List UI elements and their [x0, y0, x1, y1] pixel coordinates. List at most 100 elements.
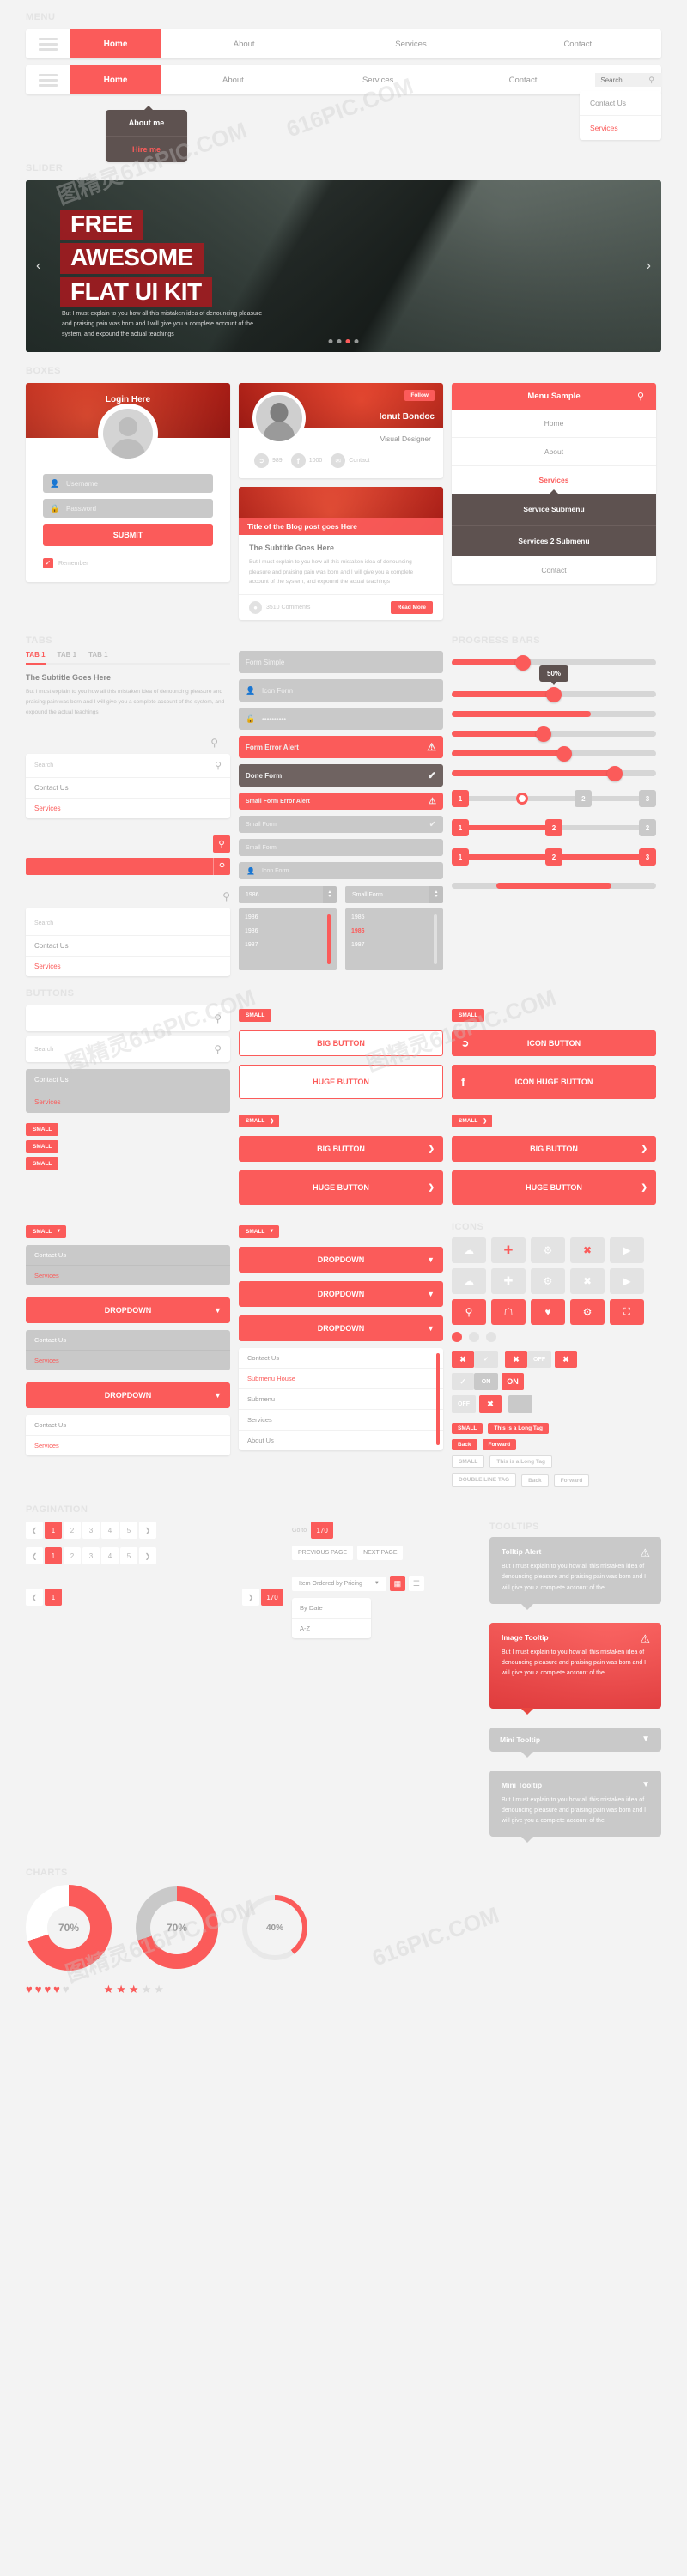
form-error-alert[interactable]: Form Error Alert ⚠	[239, 736, 443, 759]
menu-sample-item-contact[interactable]: Contact	[452, 556, 656, 584]
next-page-button[interactable]: NEXT PAGE	[357, 1546, 404, 1561]
scrollbar[interactable]	[327, 914, 331, 965]
slider-dots[interactable]	[328, 339, 359, 343]
dropdown-item-hire-me[interactable]: Hire me	[106, 136, 187, 162]
dropdown-button-5[interactable]: DROPDOWN ▼	[239, 1315, 443, 1342]
previous-page-button[interactable]: PREVIOUS PAGE	[292, 1546, 354, 1561]
stepper-2[interactable]: 1 2 2	[452, 819, 656, 837]
small-button-2[interactable]: SMALL	[26, 1140, 59, 1154]
list-item-contact[interactable]: Contact Us	[26, 1069, 230, 1092]
stepper-3[interactable]: 1 2 3	[452, 848, 656, 866]
grid-icon[interactable]: ▦	[389, 1576, 405, 1592]
sort-dropdown[interactable]: Item Ordered by Pricing ▼	[292, 1576, 386, 1591]
slider-dot[interactable]	[354, 339, 359, 343]
slider-dot[interactable]	[328, 339, 333, 343]
search-bar-widget[interactable]: .⚲	[26, 1005, 230, 1032]
toggle-1[interactable]: ✖ ✓	[452, 1351, 498, 1369]
sort-option-az[interactable]: A-Z	[292, 1619, 371, 1638]
stepper-1[interactable]: 1 2 3	[452, 790, 657, 808]
list-item-contact[interactable]: Contact Us	[26, 1330, 230, 1352]
number-option[interactable]: 1986	[245, 928, 331, 934]
tag-small-2[interactable]: SMALL	[452, 1455, 485, 1469]
small-button-3[interactable]: SMALL	[26, 1157, 59, 1171]
list-item-services[interactable]: Services	[26, 1436, 230, 1455]
search-result-services[interactable]: Services	[26, 799, 230, 818]
range-slider[interactable]	[452, 883, 656, 890]
nav-item-services[interactable]: Services	[306, 65, 451, 94]
search-icon[interactable]: ⚲	[214, 1043, 222, 1055]
stat-contact[interactable]: ✉ Contact	[331, 453, 369, 468]
list-item-contact[interactable]: Contact Us	[26, 1415, 230, 1437]
star-icon[interactable]: ★	[154, 1983, 164, 1996]
number-option[interactable]: 1985	[351, 914, 437, 920]
tag-icon[interactable]: ▶	[610, 1237, 644, 1264]
tab-1[interactable]: TAB 1	[26, 651, 46, 665]
go-value[interactable]: 170	[261, 1589, 283, 1607]
icon-form[interactable]: 👤 Icon Form	[239, 679, 443, 702]
radio-off[interactable]	[469, 1332, 479, 1343]
chevron-left-icon[interactable]: ❮	[26, 1589, 43, 1607]
nav-item-about[interactable]: About	[161, 29, 327, 58]
number-option-active[interactable]: 1986	[351, 928, 437, 934]
cog-icon[interactable]: ⚙	[531, 1237, 565, 1264]
submit-button[interactable]: SUBMIT	[43, 524, 213, 546]
heart-icon[interactable]: ♥	[63, 1983, 70, 1996]
cloud-icon[interactable]: ☁	[452, 1268, 486, 1295]
icon-button[interactable]: ➲ ICON BUTTON	[452, 1030, 656, 1057]
stepper-num-2[interactable]: 2	[545, 848, 562, 866]
page-1[interactable]: 1	[45, 1522, 62, 1540]
tag-icon[interactable]: ▶	[610, 1268, 644, 1295]
radio-off[interactable]	[486, 1332, 496, 1343]
close-icon[interactable]: ✖	[570, 1237, 605, 1264]
small-form-picker[interactable]: Small Form	[345, 886, 429, 904]
small-button[interactable]: SMALL	[452, 1009, 485, 1023]
slider-track-4[interactable]	[452, 745, 656, 762]
search-result-contact[interactable]: Contact Us	[26, 936, 230, 957]
number-option[interactable]: 1987	[245, 942, 331, 948]
huge-button-arrow[interactable]: HUGE BUTTON ❯	[239, 1170, 443, 1206]
nav-item-home[interactable]: Home	[70, 29, 161, 58]
chevron-right-icon[interactable]: ❯	[139, 1547, 156, 1565]
page-1[interactable]: 1	[45, 1589, 62, 1607]
page-3[interactable]: 3	[82, 1522, 100, 1540]
read-more-button[interactable]: Read More	[390, 601, 433, 615]
hamburger-icon[interactable]	[26, 29, 70, 58]
expand-icon[interactable]: ⛶	[610, 1299, 644, 1326]
dropdown-item-contact-us[interactable]: Contact Us	[580, 91, 661, 115]
list-item-services[interactable]: Services	[26, 1266, 230, 1285]
plus-icon[interactable]: ✚	[491, 1268, 526, 1295]
dropdown-button-4[interactable]: DROPDOWN ▼	[239, 1281, 443, 1308]
stepper-num-3[interactable]: 3	[639, 848, 656, 866]
chevron-down-icon[interactable]: ▼	[435, 895, 439, 900]
nav-item-contact[interactable]: Contact	[495, 29, 661, 58]
radio-on[interactable]	[452, 1332, 462, 1343]
page-5[interactable]: 5	[120, 1522, 137, 1540]
sort-option-by-date[interactable]: By Date	[292, 1598, 371, 1619]
small-button[interactable]: SMALL	[239, 1009, 272, 1023]
small-dropdown-2[interactable]: SMALL ▼	[239, 1225, 280, 1239]
number-value-1[interactable]: 1986	[239, 886, 323, 904]
page-5[interactable]: 5	[120, 1547, 137, 1565]
form-done[interactable]: Done Form ✔	[239, 764, 443, 787]
list-item-services[interactable]: Services	[26, 1351, 230, 1370]
chevron-left-icon[interactable]: ❮	[26, 1547, 43, 1565]
small-button-arrow[interactable]: SMALL ❯	[239, 1115, 280, 1128]
rating-stars[interactable]: ★ ★ ★ ★ ★	[104, 1983, 164, 1996]
go-value-input[interactable]: 170	[311, 1522, 334, 1540]
cloud-icon[interactable]: ☁	[452, 1237, 486, 1264]
slider-track-1[interactable]	[452, 654, 656, 671]
big-button-arrow-2[interactable]: BIG BUTTON ❯	[452, 1136, 656, 1163]
icon-huge-button[interactable]: f ICON HUGE BUTTON	[452, 1065, 656, 1100]
big-button-arrow[interactable]: BIG BUTTON ❯	[239, 1136, 443, 1163]
number-option[interactable]: 1986	[245, 914, 331, 920]
number-option[interactable]: 1987	[351, 942, 437, 948]
search-bar-widget-2[interactable]: Search ⚲	[26, 1036, 230, 1063]
nav-item-home[interactable]: Home	[70, 65, 161, 94]
home-icon[interactable]: ☖	[491, 1299, 526, 1326]
small-icon-form[interactable]: 👤 Icon Form	[239, 862, 443, 880]
stat-facebook[interactable]: f 1000	[290, 453, 322, 468]
nav-item-services[interactable]: Services	[327, 29, 494, 58]
heart-icon[interactable]: ♥	[44, 1983, 51, 1996]
plus-icon[interactable]: ✚	[491, 1237, 526, 1264]
chevron-right-icon[interactable]: ❯	[139, 1522, 156, 1540]
